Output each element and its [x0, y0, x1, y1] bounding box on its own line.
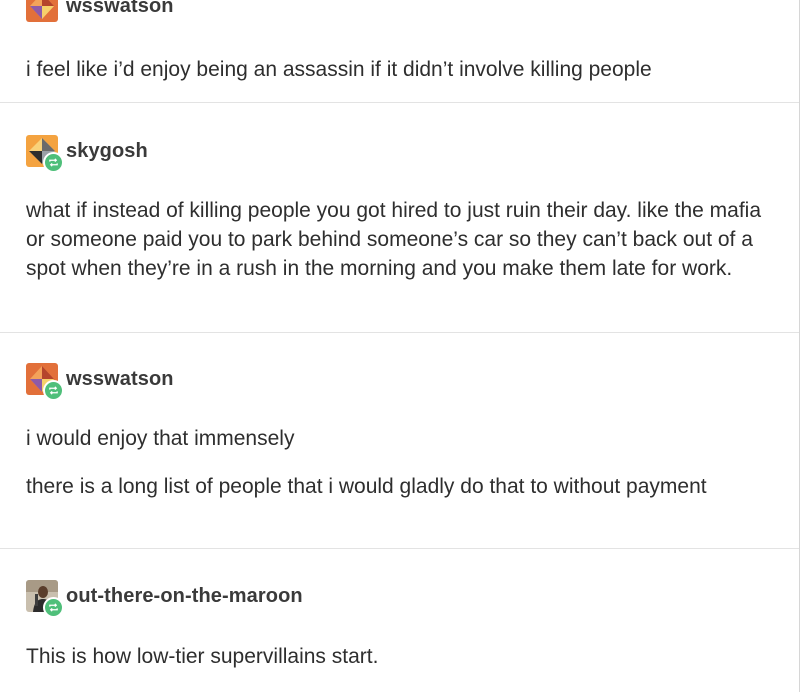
post-header: out-there-on-the-maroon	[26, 580, 303, 618]
post-out-there-on-the-maroon-reblog: out-there-on-the-maroon This is how low-…	[0, 550, 799, 692]
post-text: what if instead of killing people you go…	[26, 199, 762, 280]
username-link[interactable]: wsswatson	[66, 0, 174, 18]
post-header: wsswatson	[26, 0, 174, 22]
post-text: i feel like i’d enjoy being an assassin …	[26, 58, 652, 81]
post-header: wsswatson	[26, 363, 174, 401]
reblog-icon	[43, 380, 64, 401]
post-text: i would enjoy that immensely	[26, 427, 295, 450]
reblog-thread: wsswatson i feel like i’d enjoy being an…	[0, 0, 800, 692]
username-link[interactable]: skygosh	[66, 140, 148, 163]
username-link[interactable]: wsswatson	[66, 368, 174, 391]
post-skygosh-reblog: skygosh what if instead of killing peopl…	[0, 104, 799, 333]
username-link[interactable]: out-there-on-the-maroon	[66, 585, 303, 608]
post-header: skygosh	[26, 135, 148, 173]
geometric-avatar-icon[interactable]	[26, 363, 64, 401]
post-text: there is a long list of people that i wo…	[26, 475, 707, 498]
post-wsswatson-reblog: wsswatson i would enjoy that immensely t…	[0, 334, 799, 549]
geometric-avatar-icon[interactable]	[26, 0, 58, 22]
post-wsswatson-original: wsswatson i feel like i’d enjoy being an…	[0, 0, 799, 103]
reblog-icon	[43, 597, 64, 618]
reblog-icon	[43, 152, 64, 173]
post-text: This is how low-tier supervillains start…	[26, 645, 379, 668]
geometric-avatar-icon[interactable]	[26, 135, 64, 173]
person-photo-avatar-icon[interactable]	[26, 580, 64, 618]
